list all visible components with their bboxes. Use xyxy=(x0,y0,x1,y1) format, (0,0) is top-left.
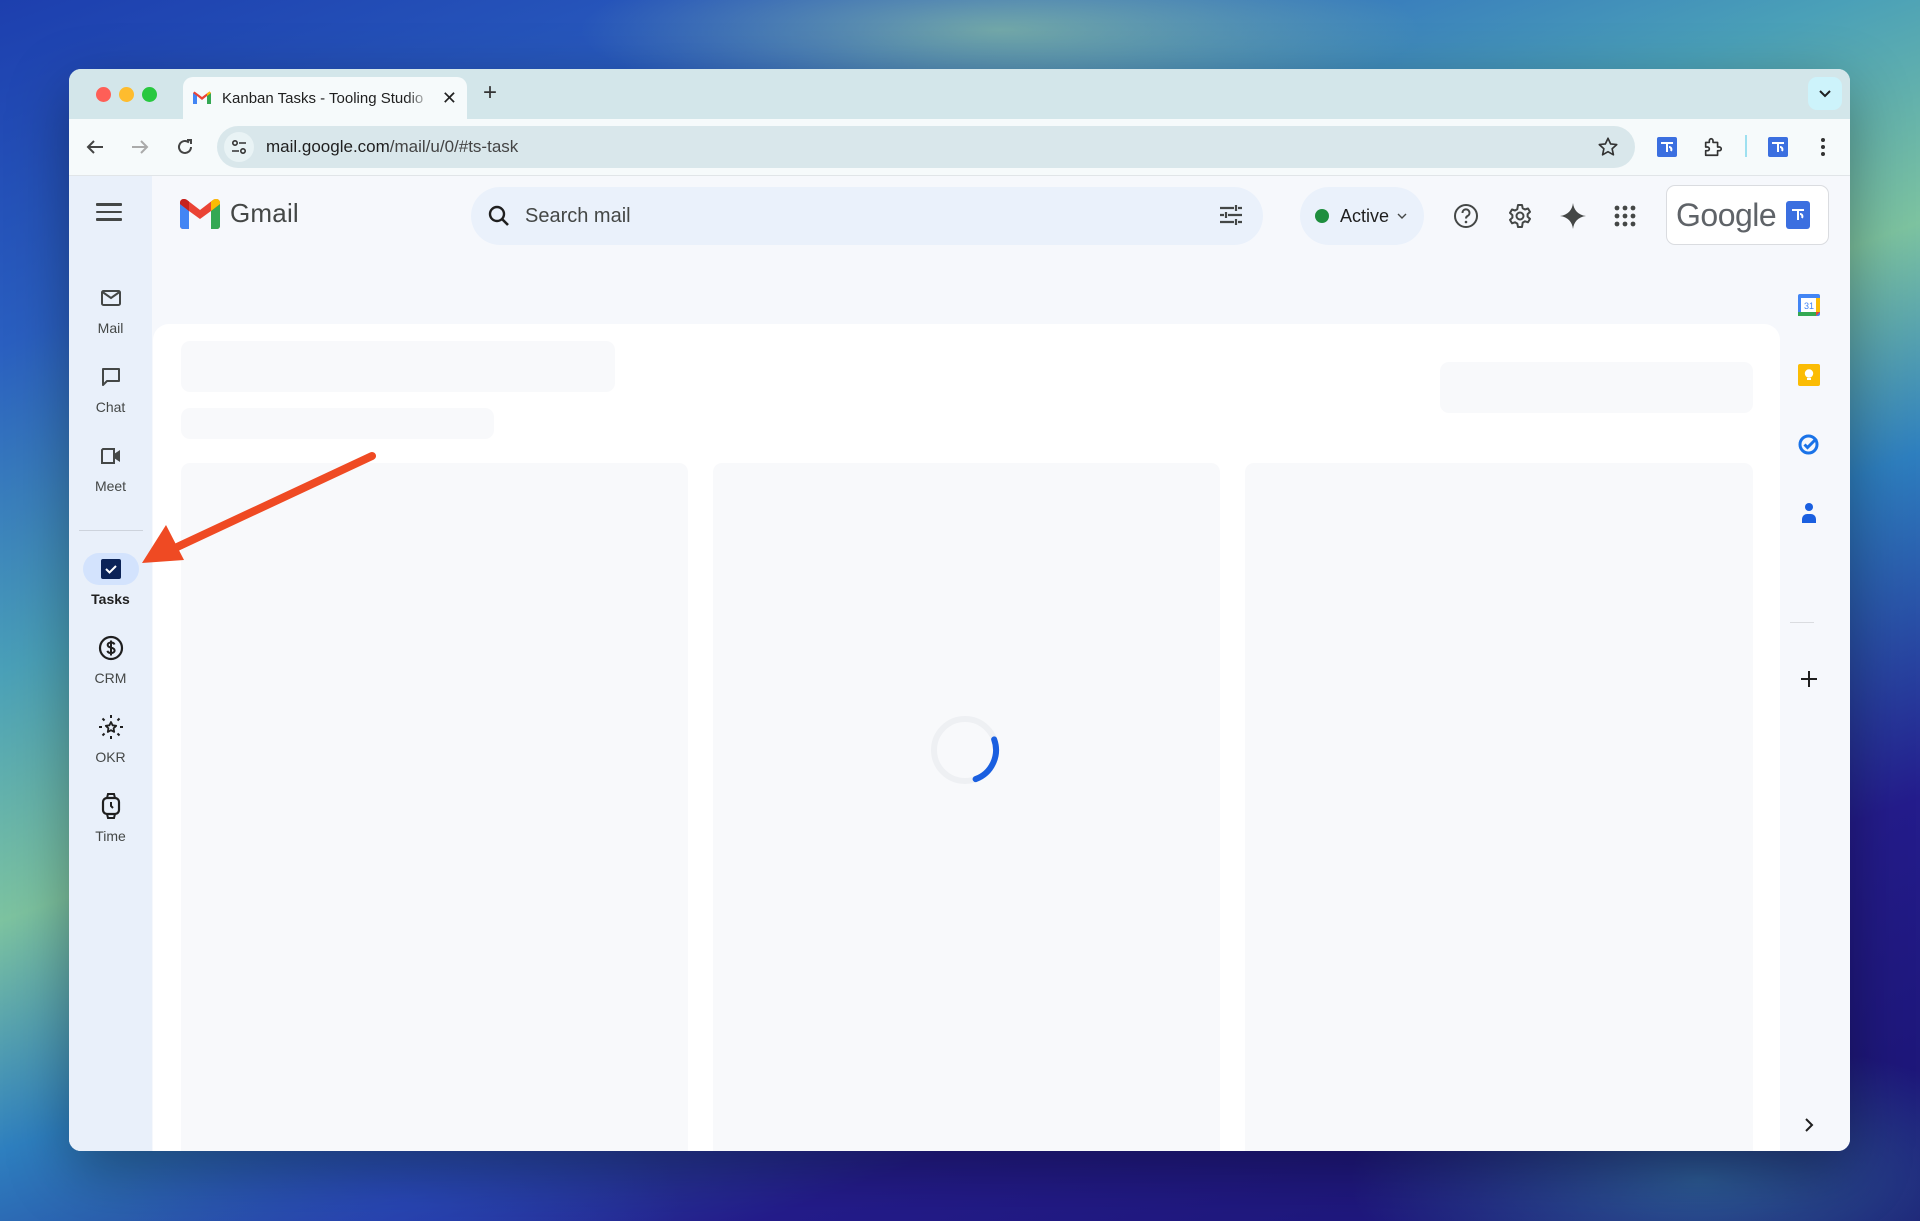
chevron-down-icon xyxy=(1397,213,1407,219)
back-button[interactable] xyxy=(82,134,108,160)
rail-divider xyxy=(79,530,143,531)
search-options-icon[interactable] xyxy=(1219,204,1243,231)
tab-title: Kanban Tasks - Tooling Studio xyxy=(222,89,424,107)
forward-button[interactable] xyxy=(127,134,153,160)
gmail-icon xyxy=(193,91,211,105)
rail-item-meet[interactable]: Meet xyxy=(69,440,152,494)
rail-item-okr[interactable]: OKR xyxy=(69,711,152,765)
gmail-app: Mail Chat Meet Tasks CRM OKR Time Gmail … xyxy=(69,176,1850,1151)
tooling-studio-extension-icon[interactable] xyxy=(1653,133,1681,161)
help-icon[interactable] xyxy=(1452,202,1480,230)
rail-item-mail[interactable]: Mail xyxy=(69,282,152,336)
address-bar[interactable]: mail.google.com/mail/u/0/#ts-task xyxy=(217,126,1635,168)
account-switcher[interactable]: Google xyxy=(1666,185,1829,245)
browser-tab-active[interactable]: Kanban Tasks - Tooling Studio ✕ xyxy=(183,77,467,119)
skeleton-column xyxy=(181,463,688,1151)
rail-item-crm[interactable]: CRM xyxy=(69,632,152,686)
skeleton-subtitle xyxy=(181,408,494,439)
watch-icon xyxy=(83,790,139,822)
main-menu-icon[interactable] xyxy=(96,203,122,223)
browser-toolbar: mail.google.com/mail/u/0/#ts-task xyxy=(69,119,1850,176)
skeleton-title xyxy=(181,341,615,392)
reload-icon xyxy=(178,139,192,154)
maximize-window-button[interactable] xyxy=(142,87,157,102)
new-tab-button[interactable]: + xyxy=(483,79,497,107)
close-window-button[interactable] xyxy=(96,87,111,102)
side-panel-divider xyxy=(1790,622,1814,623)
add-addon-icon[interactable] xyxy=(1792,662,1826,696)
extensions-puzzle-icon[interactable] xyxy=(1699,133,1727,161)
gmail-logo[interactable]: Gmail xyxy=(180,198,299,229)
kanban-board-loading xyxy=(153,324,1780,1151)
rail-item-chat[interactable]: Chat xyxy=(69,361,152,415)
okr-star-icon xyxy=(83,711,139,743)
url-text[interactable]: mail.google.com/mail/u/0/#ts-task xyxy=(266,137,518,157)
tab-strip: Kanban Tasks - Tooling Studio ✕ + xyxy=(69,69,1850,119)
rail-item-time[interactable]: Time xyxy=(69,790,152,844)
status-online-indicator xyxy=(1315,209,1329,223)
svg-text:31: 31 xyxy=(1804,301,1814,311)
contacts-icon[interactable] xyxy=(1792,496,1826,530)
minimize-window-button[interactable] xyxy=(119,87,134,102)
close-tab-icon[interactable]: ✕ xyxy=(442,88,457,109)
tab-search-button[interactable] xyxy=(1808,77,1842,110)
forward-icon xyxy=(132,140,149,154)
expand-side-panel-icon[interactable] xyxy=(1792,1108,1826,1142)
search-icon[interactable] xyxy=(487,204,511,228)
search-input[interactable] xyxy=(525,204,1165,228)
dollar-icon xyxy=(83,632,139,664)
more-vert-icon[interactable] xyxy=(1809,133,1837,161)
toolbar-divider xyxy=(1745,135,1747,157)
bookmark-star-icon[interactable] xyxy=(1597,136,1619,163)
tasks-icon[interactable] xyxy=(1792,427,1826,461)
reload-button[interactable] xyxy=(172,134,198,160)
google-wordmark: Google xyxy=(1676,196,1777,233)
calendar-icon[interactable]: 31 xyxy=(1792,288,1826,322)
app-rail: Mail Chat Meet Tasks CRM OKR Time xyxy=(69,176,152,1151)
rail-item-tasks[interactable]: Tasks xyxy=(69,553,152,607)
skeleton-column xyxy=(1245,463,1753,1151)
search-bar xyxy=(471,187,1263,245)
mail-icon xyxy=(83,282,139,314)
meet-icon xyxy=(83,440,139,472)
apps-grid-icon[interactable] xyxy=(1611,202,1639,230)
loading-spinner xyxy=(931,716,999,784)
skeleton-action xyxy=(1440,362,1753,413)
browser-window: Kanban Tasks - Tooling Studio ✕ + mail.g… xyxy=(69,69,1850,1151)
tasks-checkbox-icon xyxy=(82,553,139,585)
chat-icon xyxy=(83,361,139,393)
skeleton-column xyxy=(713,463,1220,1151)
back-icon xyxy=(86,140,103,154)
status-dropdown[interactable]: Active xyxy=(1300,187,1424,245)
tooling-studio-profile-icon[interactable] xyxy=(1764,133,1792,161)
settings-icon[interactable] xyxy=(1506,202,1534,230)
account-avatar-icon xyxy=(1786,201,1811,229)
site-info-icon[interactable] xyxy=(224,132,254,162)
gemini-sparkle-icon[interactable] xyxy=(1559,202,1587,230)
keep-icon[interactable] xyxy=(1792,358,1826,392)
gmail-m-icon xyxy=(180,198,220,229)
chevron-down-icon xyxy=(1819,89,1831,97)
